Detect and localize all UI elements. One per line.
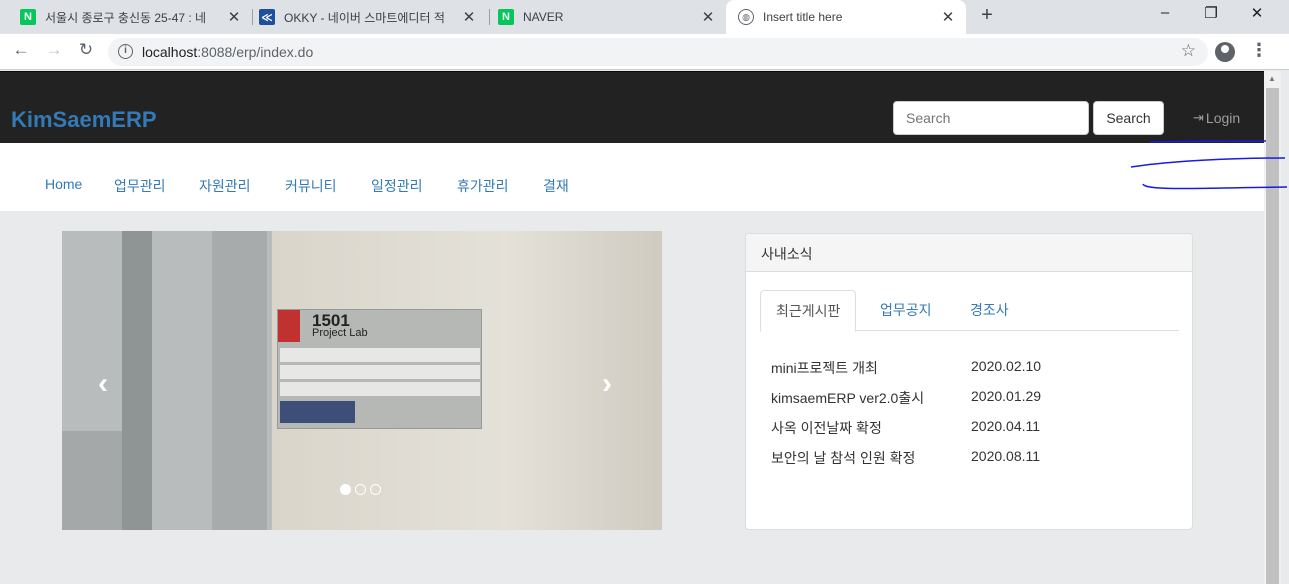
restore-button[interactable]: ❐: [1196, 4, 1226, 22]
naver-icon: N: [20, 9, 36, 25]
image-carousel: 1501 Project Lab ‹ ›: [62, 231, 662, 530]
bookmark-star-icon[interactable]: ☆: [1181, 41, 1196, 61]
tab-recent-posts[interactable]: 최근게시판: [760, 290, 857, 332]
news-date: 2020.01.29: [971, 388, 1042, 404]
room-sign-accent: [278, 310, 300, 342]
news-title[interactable]: 사옥 이전날짜 확정: [771, 420, 882, 436]
list-item[interactable]: mini프로젝트 개최 2020.02.10: [771, 358, 1171, 378]
room-sign-label: Project Lab: [312, 327, 368, 339]
forward-icon[interactable]: →: [42, 40, 66, 60]
browser-tab-strip: N 서울시 종로구 충신동 25-47 : 네 ✕ ≪ OKKY - 네이버 스…: [0, 0, 1289, 34]
okky-icon: ≪: [259, 9, 275, 25]
news-date: 2020.08.11: [971, 448, 1041, 464]
search-input[interactable]: [893, 101, 1089, 135]
login-link[interactable]: ⇥ Login: [1193, 110, 1240, 126]
more-menu-icon[interactable]: ⋮: [1250, 40, 1268, 61]
tab-work-notices[interactable]: 업무공지: [865, 290, 947, 331]
news-panel-heading: 사내소식: [746, 234, 1192, 272]
browser-tab-title: OKKY - 네이버 스마트에디터 적: [284, 10, 445, 25]
browser-tab[interactable]: ≪ OKKY - 네이버 스마트에디터 적 ✕: [247, 0, 487, 34]
login-label: Login: [1205, 110, 1241, 126]
news-title[interactable]: mini프로젝트 개최: [771, 360, 878, 376]
menu-item-resources[interactable]: 자원관리: [199, 176, 251, 196]
carousel-next-icon[interactable]: ›: [602, 367, 612, 401]
brand-logo[interactable]: KimSaemERP: [11, 107, 157, 133]
news-title[interactable]: kimsaemERP ver2.0출시: [771, 390, 924, 406]
carousel-indicator[interactable]: [340, 484, 351, 495]
menu-item-home[interactable]: Home: [45, 176, 82, 192]
close-icon[interactable]: ✕: [459, 8, 479, 26]
list-item[interactable]: 사옥 이전날짜 확정 2020.04.11: [771, 418, 1171, 438]
menu-item-work[interactable]: 업무관리: [114, 176, 166, 196]
news-tabs: 최근게시판 업무공지 경조사: [760, 290, 1179, 332]
info-icon[interactable]: i: [118, 44, 133, 59]
url-host: localhost: [142, 44, 198, 60]
carousel-prev-icon[interactable]: ‹: [98, 367, 108, 401]
search-button[interactable]: Search: [1093, 101, 1164, 135]
menu-item-community[interactable]: 커뮤니티: [285, 176, 337, 196]
carousel-photo-door: [212, 231, 267, 530]
room-sign-row: [280, 348, 480, 362]
menu-item-approval[interactable]: 결재: [543, 176, 569, 196]
browser-toolbar: ← → ↻ i localhost:8088/erp/index.do ☆ ⋮: [0, 34, 1289, 70]
carousel-photo-floor: [62, 431, 122, 530]
list-item[interactable]: 보안의 날 참석 인원 확정 2020.08.11: [771, 448, 1171, 468]
new-tab-button[interactable]: +: [976, 4, 998, 27]
browser-tab-active[interactable]: ◍ Insert title here ✕: [726, 0, 966, 34]
room-sign-row: [280, 365, 480, 379]
news-date: 2020.04.11: [971, 418, 1041, 434]
room-sign-photo: 1501 Project Lab: [277, 309, 482, 429]
close-icon[interactable]: ✕: [698, 8, 718, 26]
reload-icon[interactable]: ↻: [74, 40, 98, 60]
menu-item-schedule[interactable]: 일정관리: [371, 176, 423, 196]
browser-tab[interactable]: N NAVER ✕: [486, 0, 726, 34]
close-icon[interactable]: ✕: [224, 8, 244, 26]
scroll-up-icon[interactable]: ▲: [1268, 74, 1276, 83]
carousel-indicators: [340, 484, 381, 495]
browser-tab[interactable]: N 서울시 종로구 충신동 25-47 : 네 ✕: [8, 0, 252, 34]
scrollbar-thumb[interactable]: [1266, 88, 1279, 584]
log-in-icon: ⇥: [1193, 110, 1204, 125]
url-path: :8088/erp/index.do: [197, 44, 314, 60]
carousel-indicator[interactable]: [355, 484, 366, 495]
page-viewport: KimSaemERP Search ⇥ Login Home 업무관리 자원관리…: [0, 71, 1264, 584]
profile-icon[interactable]: [1215, 42, 1235, 62]
news-date: 2020.02.10: [971, 358, 1042, 374]
address-bar[interactable]: i localhost:8088/erp/index.do ☆: [108, 38, 1208, 66]
carousel-indicator[interactable]: [370, 484, 381, 495]
menu-item-leave[interactable]: 휴가관리: [457, 176, 509, 196]
news-panel: 사내소식 최근게시판 업무공지 경조사 mini프로젝트 개최 2020.02.…: [745, 233, 1193, 530]
close-window-button[interactable]: ✕: [1242, 4, 1272, 22]
page-scrollbar[interactable]: ▲: [1264, 71, 1281, 584]
site-navbar: KimSaemERP Search ⇥ Login: [0, 71, 1264, 143]
globe-icon: ◍: [738, 9, 754, 25]
url-text[interactable]: localhost:8088/erp/index.do: [142, 44, 313, 60]
tab-family-events[interactable]: 경조사: [955, 290, 1024, 331]
news-title[interactable]: 보안의 날 참석 인원 확정: [771, 450, 915, 466]
minimize-button[interactable]: –: [1150, 4, 1180, 21]
browser-tab-title: 서울시 종로구 충신동 25-47 : 네: [45, 10, 207, 25]
room-sign-row: [280, 382, 480, 396]
carousel-photo-doorframe: [122, 231, 152, 530]
room-sign-plate: [280, 401, 355, 423]
back-icon[interactable]: ←: [9, 40, 33, 60]
naver-icon: N: [498, 9, 514, 25]
main-menu: Home 업무관리 자원관리 커뮤니티 일정관리 휴가관리 결재: [0, 143, 1264, 211]
browser-tab-title: Insert title here: [763, 10, 843, 24]
browser-tab-title: NAVER: [523, 10, 564, 24]
close-icon[interactable]: ✕: [938, 8, 958, 26]
list-item[interactable]: kimsaemERP ver2.0출시 2020.01.29: [771, 388, 1171, 408]
